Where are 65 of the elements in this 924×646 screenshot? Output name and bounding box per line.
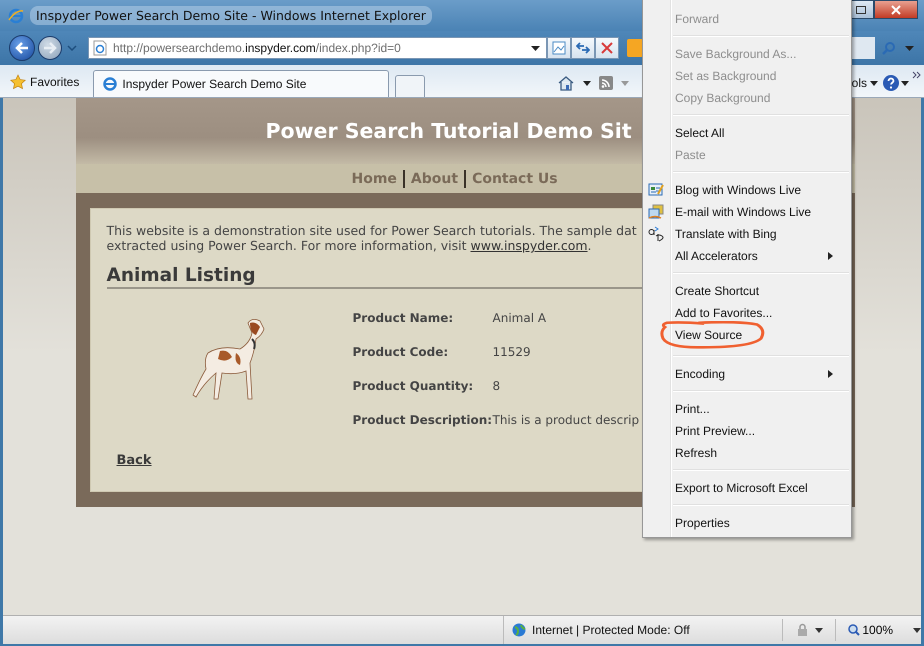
home-icon[interactable] (557, 75, 576, 91)
field-value: Animal A (492, 311, 546, 325)
chevron-icon[interactable] (912, 71, 922, 79)
submenu-arrow-icon (828, 252, 833, 260)
close-icon (891, 4, 901, 14)
menu-item[interactable]: Refresh (643, 442, 851, 464)
field-label: Product Name: (352, 311, 454, 325)
globe-icon (512, 623, 526, 637)
dropdown-caret-icon[interactable] (583, 80, 592, 86)
field-label: Product Code: (352, 345, 450, 359)
browser-logo-icon (8, 8, 24, 24)
field-value: 8 (492, 379, 500, 393)
zoom-icon (848, 624, 860, 636)
dropdown-caret-icon[interactable] (815, 628, 824, 632)
menu-item[interactable]: E-mail with Windows Live (643, 201, 851, 223)
refresh-icon (576, 41, 590, 55)
left-arrow-icon (15, 42, 29, 54)
window-title: Inspyder Power Search Demo Site - Windows Internet Explorer (30, 6, 432, 25)
submenu-arrow-icon (828, 370, 833, 378)
star-icon (10, 74, 26, 90)
menu-item[interactable]: Properties (643, 512, 851, 534)
page-icon (93, 40, 107, 56)
blog-icon (648, 182, 664, 198)
right-arrow-icon (43, 42, 57, 54)
stop-icon (601, 42, 613, 54)
tools-menu-button[interactable]: ols (852, 76, 881, 90)
address-field[interactable]: http://powersearchdemo.inspyder.com/index.php?id=0 (88, 37, 547, 59)
dropdown-caret-icon[interactable] (531, 46, 540, 50)
menu-item[interactable]: Export to Microsoft Excel (643, 477, 851, 499)
forward-button[interactable] (38, 36, 62, 60)
field-label: Product Quantity: (352, 379, 474, 393)
dropdown-caret-icon[interactable] (913, 628, 922, 632)
field-label: Product Description: (352, 413, 492, 427)
restore-icon (856, 6, 866, 14)
browser-logo-icon (102, 76, 118, 92)
new-tab-button[interactable] (395, 75, 426, 97)
site-title: Power Search Tutorial Demo Sit (266, 119, 632, 143)
menu-item[interactable]: Encoding (643, 363, 851, 385)
stop-button[interactable] (595, 37, 619, 59)
menu-item[interactable]: All Accelerators (643, 245, 851, 267)
caret-icon (870, 80, 878, 86)
menu-item[interactable]: Blog with Windows Live (643, 179, 851, 201)
menu-item[interactable]: Translate with Bing (643, 223, 851, 245)
field-value: This is a product descrip (492, 413, 640, 427)
refresh-button[interactable] (571, 37, 595, 59)
translate-icon (648, 226, 664, 242)
close-button[interactable] (874, 0, 918, 19)
security-zone-text: Internet | Protected Mode: Off (532, 623, 690, 637)
website-link[interactable]: www.inspyder.com (470, 238, 588, 253)
menu-item[interactable]: Print... (643, 398, 851, 420)
back-link[interactable]: Back (116, 453, 152, 468)
menu-item[interactable]: Print Preview... (643, 420, 851, 442)
page-chart-icon (552, 41, 566, 55)
browser-tab[interactable]: Inspyder Power Search Demo Site (93, 70, 390, 97)
search-engine-icon (627, 39, 643, 57)
help-icon[interactable] (882, 74, 900, 92)
favorites-button[interactable]: Favorites (8, 71, 88, 97)
back-button[interactable] (9, 35, 35, 61)
feed-icon[interactable] (599, 76, 614, 90)
menu-item[interactable]: Select All (643, 122, 851, 144)
dropdown-caret-icon[interactable] (901, 80, 909, 86)
field-value: 11529 (492, 345, 531, 359)
email-icon (648, 204, 664, 220)
zoom-button[interactable]: 100% (848, 623, 894, 637)
compatibility-view-button[interactable] (547, 37, 571, 59)
